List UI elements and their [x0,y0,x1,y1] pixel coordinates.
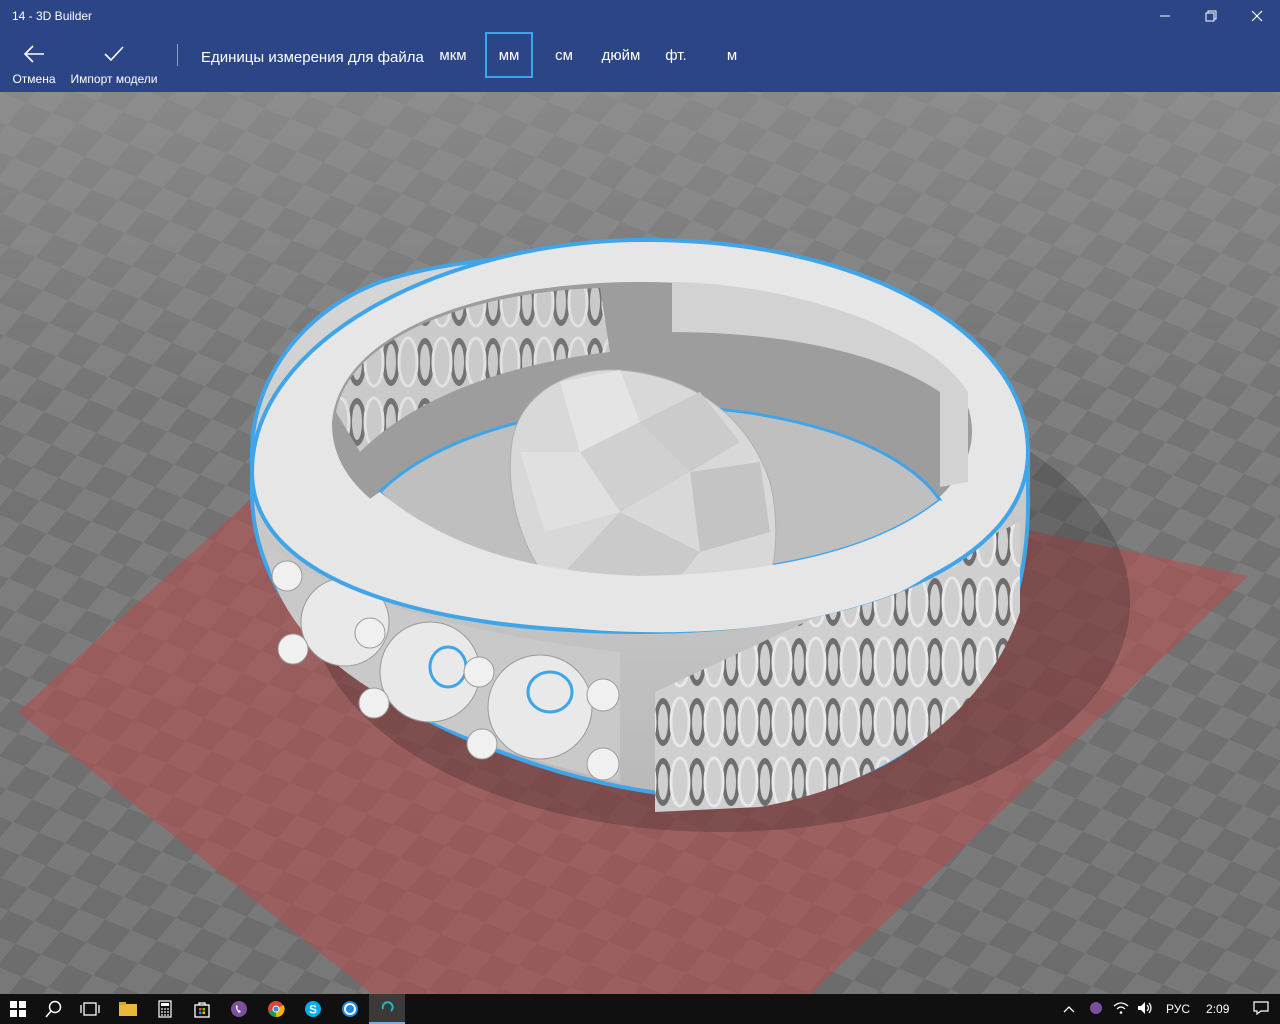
unit-label: дюйм [601,46,641,64]
store-icon [194,1002,210,1018]
restore-icon [1205,10,1217,22]
start-icon [10,1001,26,1017]
system-tray: РУС 2:09 [1060,994,1273,1024]
skype-icon: S [305,1001,321,1017]
task-view-button[interactable] [72,994,108,1024]
unit-label: м [726,46,738,64]
taskbar: S РУС 2:09 [0,994,1280,1024]
file-explorer-icon [119,1002,137,1016]
tray-overflow-chevron-icon[interactable] [1060,1002,1078,1016]
cancel-button[interactable]: Отмена [6,32,62,92]
toolbar: Отмена Импорт модели Единицы измерения д… [0,32,1280,92]
taskbar-app-browser[interactable] [332,994,368,1024]
search-button[interactable] [36,994,72,1024]
unit-option-meter[interactable]: м [710,32,754,78]
taskbar-app-viber[interactable] [221,994,257,1024]
wifi-icon[interactable] [1110,1001,1132,1018]
import-label: Импорт модели [70,72,158,86]
unit-label: см [555,46,573,64]
checkmark-icon [104,46,124,62]
viber-icon [231,1001,247,1017]
unit-label: мкм [439,46,467,64]
unit-option-millimeter[interactable]: мм [485,32,533,78]
back-arrow-icon [23,45,44,63]
taskbar-app-calculator[interactable] [147,994,183,1024]
unit-option-inch[interactable]: дюйм [594,32,648,78]
taskbar-app-file-explorer[interactable] [110,994,146,1024]
notifications-icon[interactable] [1249,1000,1273,1018]
close-icon [1251,10,1263,22]
restore-button[interactable] [1188,0,1234,32]
3d-viewport[interactable] [0,92,1280,994]
taskbar-app-skype[interactable]: S [295,994,331,1024]
start-button[interactable] [0,994,36,1024]
import-model-button[interactable]: Импорт модели [68,32,160,92]
svg-text:S: S [309,1003,317,1017]
toolbar-divider [177,44,178,66]
unit-option-centimeter[interactable]: см [542,32,586,78]
minimize-icon [1160,15,1170,17]
calculator-icon [158,1000,172,1018]
unit-option-foot[interactable]: фт. [654,32,698,78]
unit-option-micrometer[interactable]: мкм [430,32,476,78]
close-button[interactable] [1234,0,1280,32]
browser-icon [342,1001,358,1017]
cancel-label: Отмена [12,72,56,86]
unit-label: мм [498,46,520,64]
scene-canvas [0,92,1280,994]
taskbar-app-store[interactable] [184,994,220,1024]
search-icon [45,1000,62,1018]
window-title: 14 - 3D Builder [12,9,93,23]
title-bar: 14 - 3D Builder [0,0,1280,32]
chrome-icon [268,1001,285,1018]
units-label: Единицы измерения для файла [201,49,424,66]
language-indicator[interactable]: РУС [1166,1002,1190,1016]
taskbar-app-3d-builder[interactable] [369,994,405,1024]
taskbar-app-chrome[interactable] [258,994,294,1024]
3d-builder-icon [381,1001,394,1012]
unit-label: фт. [665,46,687,64]
minimize-button[interactable] [1142,0,1188,32]
clock[interactable]: 2:09 [1206,1002,1229,1016]
tray-viber-icon[interactable] [1084,1001,1108,1018]
task-view-icon [80,1002,100,1016]
volume-icon[interactable] [1134,1001,1156,1018]
